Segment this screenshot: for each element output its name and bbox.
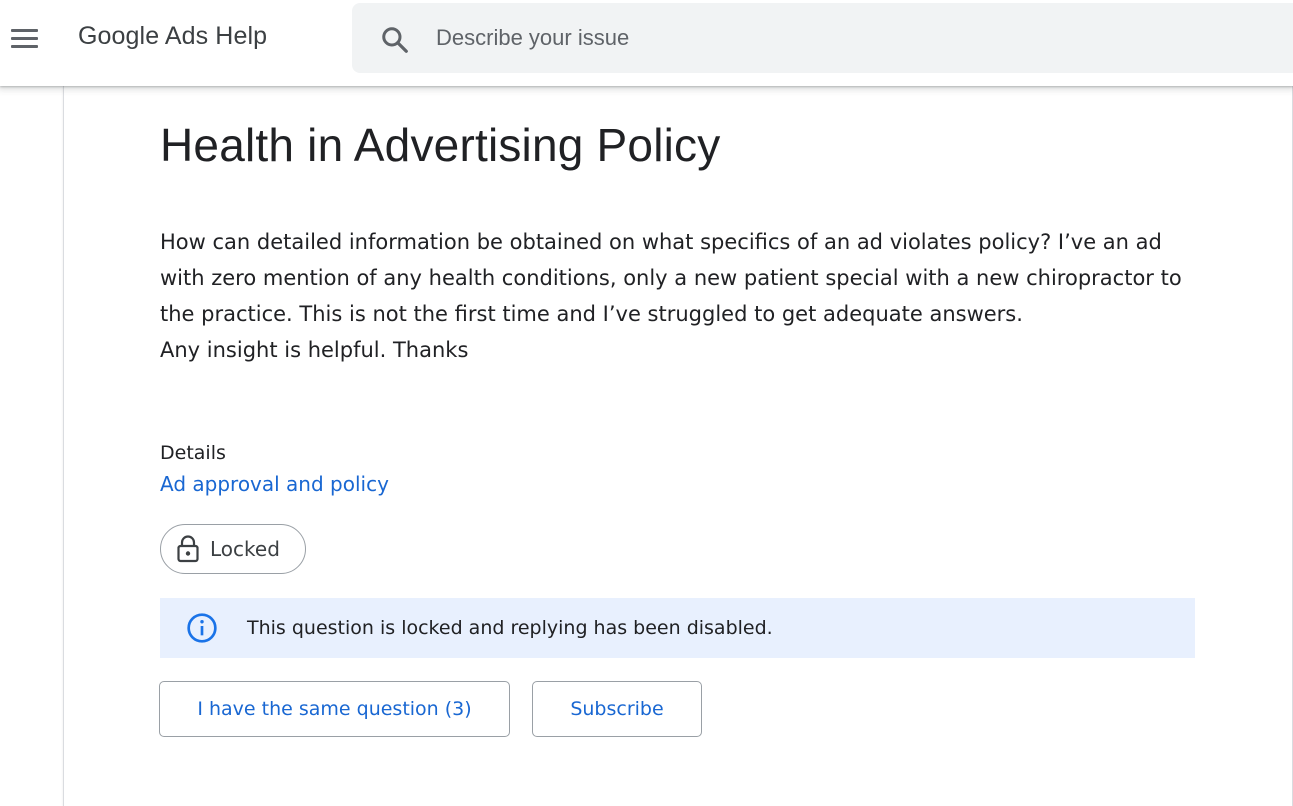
details-category-link[interactable]: Ad approval and policy bbox=[160, 472, 389, 496]
lock-icon bbox=[177, 535, 199, 563]
question-body: How can detailed information be obtained… bbox=[160, 224, 1200, 368]
locked-notice-banner: This question is locked and replying has… bbox=[160, 598, 1195, 658]
search-icon[interactable] bbox=[380, 25, 410, 55]
same-question-button[interactable]: I have the same question (3) bbox=[159, 681, 510, 737]
locked-notice-text: This question is locked and replying has… bbox=[247, 617, 773, 639]
question-paragraph: How can detailed information be obtained… bbox=[160, 230, 1182, 326]
search-bar[interactable] bbox=[352, 3, 1293, 73]
info-icon bbox=[187, 613, 217, 643]
subscribe-button[interactable]: Subscribe bbox=[532, 681, 702, 737]
locked-status-chip: Locked bbox=[160, 524, 306, 574]
product-title[interactable]: Google Ads Help bbox=[78, 22, 267, 51]
question-paragraph: Any insight is helpful. Thanks bbox=[160, 338, 469, 362]
locked-label: Locked bbox=[210, 537, 280, 561]
search-input[interactable] bbox=[436, 21, 1236, 55]
top-app-bar: Google Ads Help bbox=[0, 0, 1293, 86]
page-title: Health in Advertising Policy bbox=[160, 119, 721, 171]
menu-icon[interactable] bbox=[2, 16, 46, 60]
details-label: Details bbox=[160, 442, 226, 464]
